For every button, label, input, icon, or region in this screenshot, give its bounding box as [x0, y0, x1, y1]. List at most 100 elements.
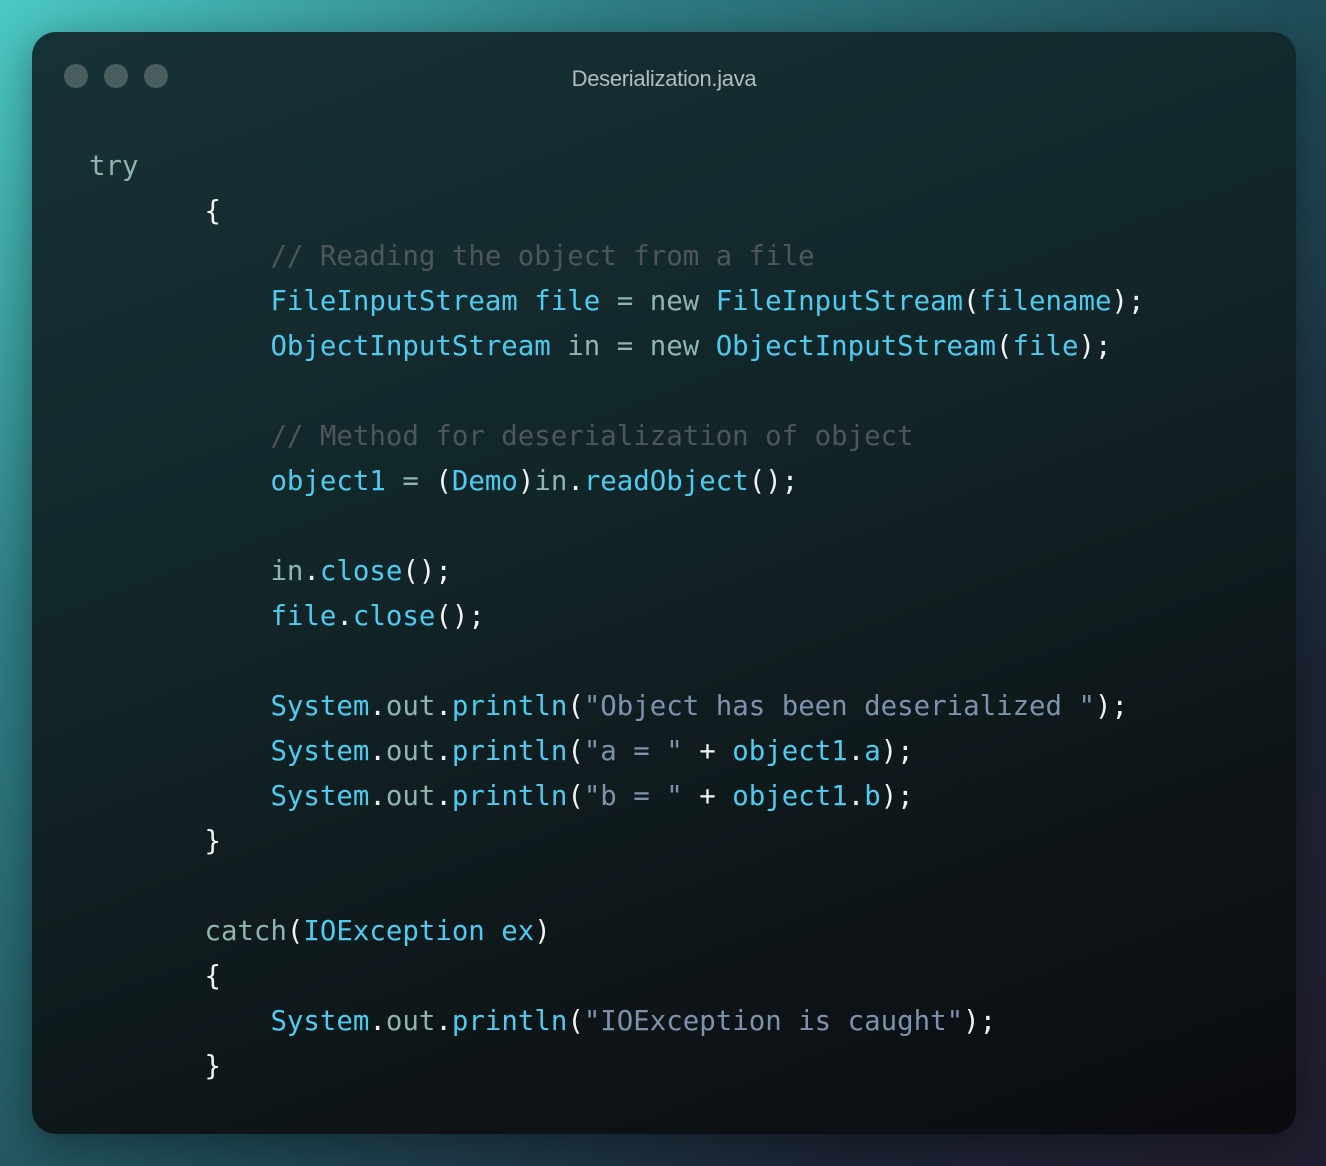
code-token: out: [385, 736, 436, 767]
code-token: ();: [748, 466, 799, 497]
code-token: out: [385, 1006, 436, 1037]
code-line: object1 = (Demo)in.readObject();: [89, 459, 1144, 504]
code-line: // Reading the object from a file: [89, 234, 1144, 279]
code-token: .: [435, 1006, 452, 1037]
code-token: ();: [402, 556, 452, 587]
code-line: System.out.println("Object has been dese…: [89, 684, 1144, 729]
code-token: FileInputStream: [715, 286, 964, 317]
code-token: close: [319, 556, 403, 587]
code-token: catch: [204, 916, 287, 947]
code-token: System: [270, 691, 370, 722]
code-line: {: [89, 189, 1144, 234]
code-line: {: [89, 954, 1144, 999]
code-token: );: [963, 1006, 997, 1037]
code-line: try: [89, 144, 1144, 189]
code-line: System.out.println("b = " + object1.b);: [89, 774, 1144, 819]
code-token: {: [204, 196, 221, 227]
code-token: .: [435, 691, 452, 722]
code-line: catch(IOException ex): [89, 909, 1144, 954]
code-token: (: [963, 286, 980, 317]
code-token: .: [435, 736, 452, 767]
code-token: (: [996, 331, 1013, 362]
code-token: .: [369, 781, 386, 812]
code-token: ): [517, 466, 535, 497]
code-token: println: [451, 736, 568, 767]
code-token: ): [534, 916, 551, 947]
code-token: // Method for deserialization of object: [270, 421, 914, 452]
code-token: +: [682, 781, 733, 812]
code-line: FileInputStream file = new FileInputStre…: [89, 279, 1144, 324]
code-token: .: [336, 601, 353, 632]
code-token: file: [270, 601, 337, 632]
code-token: filename: [979, 286, 1112, 317]
code-token: object1: [270, 466, 386, 497]
code-token: ();: [435, 601, 485, 632]
code-line: }: [89, 1044, 1144, 1089]
code-line: }: [89, 819, 1144, 864]
code-token: // Reading the object from a file: [270, 241, 815, 272]
code-token: .: [303, 556, 320, 587]
code-token: close: [352, 601, 436, 632]
code-token: +: [682, 736, 733, 767]
code-line: ObjectInputStream in = new ObjectInputSt…: [89, 324, 1144, 369]
code-token: (: [567, 1006, 584, 1037]
code-token: = new: [600, 286, 716, 317]
code-token: in: [270, 556, 304, 587]
code-window: Deserialization.java try { // Reading the …: [32, 32, 1296, 1134]
code-line: System.out.println("IOException is caugh…: [89, 999, 1144, 1044]
code-token: object1: [732, 736, 848, 767]
code-token: );: [880, 781, 914, 812]
code-token: (: [567, 736, 584, 767]
code-token: );: [880, 736, 914, 767]
code-token: ObjectInputStream: [715, 331, 997, 362]
code-token: {: [204, 961, 221, 992]
code-line: file.close();: [89, 594, 1144, 639]
code-token: );: [1111, 286, 1145, 317]
code-token: Demo: [451, 466, 518, 497]
code-token: println: [451, 781, 568, 812]
code-token: .: [847, 781, 865, 812]
code-token: );: [1095, 691, 1129, 722]
code-token: System: [270, 1006, 370, 1037]
code-token: (: [286, 916, 304, 947]
code-token: a: [864, 736, 881, 767]
code-token: out: [385, 781, 436, 812]
code-block[interactable]: try { // Reading the object from a file Fil…: [89, 144, 1144, 1089]
code-token: IOException ex: [303, 916, 535, 947]
code-token: try: [89, 151, 139, 182]
code-token: }: [204, 1051, 221, 1082]
code-token: "Object has been deserialized ": [583, 691, 1096, 722]
code-token: file: [1012, 331, 1079, 362]
code-token: .: [435, 781, 452, 812]
code-line: in.close();: [89, 549, 1144, 594]
code-token: "b = ": [583, 781, 683, 812]
code-token: object1: [732, 781, 848, 812]
code-token: println: [451, 691, 568, 722]
code-token: out: [385, 691, 436, 722]
code-token: );: [1078, 331, 1112, 362]
code-line: // Method for deserialization of object: [89, 414, 1144, 459]
code-token: =: [385, 466, 436, 497]
code-token: .: [847, 736, 865, 767]
code-token: System: [270, 736, 370, 767]
code-token: }: [204, 826, 221, 857]
window-title: Deserialization.java: [571, 66, 757, 91]
code-token: .: [369, 736, 386, 767]
code-token: in = new: [550, 331, 716, 362]
code-token: .: [369, 691, 386, 722]
code-token: in: [534, 466, 568, 497]
code-token: (: [567, 691, 584, 722]
code-line: System.out.println("a = " + object1.a);: [89, 729, 1144, 774]
code-token: "IOException is caught": [583, 1006, 964, 1037]
code-token: "a = ": [583, 736, 683, 767]
code-token: (: [435, 466, 452, 497]
code-token: b: [864, 781, 881, 812]
code-token: .: [567, 466, 584, 497]
code-token: (: [567, 781, 584, 812]
code-token: readObject: [583, 466, 749, 497]
code-token: System: [270, 781, 370, 812]
code-token: ObjectInputStream: [270, 331, 551, 362]
